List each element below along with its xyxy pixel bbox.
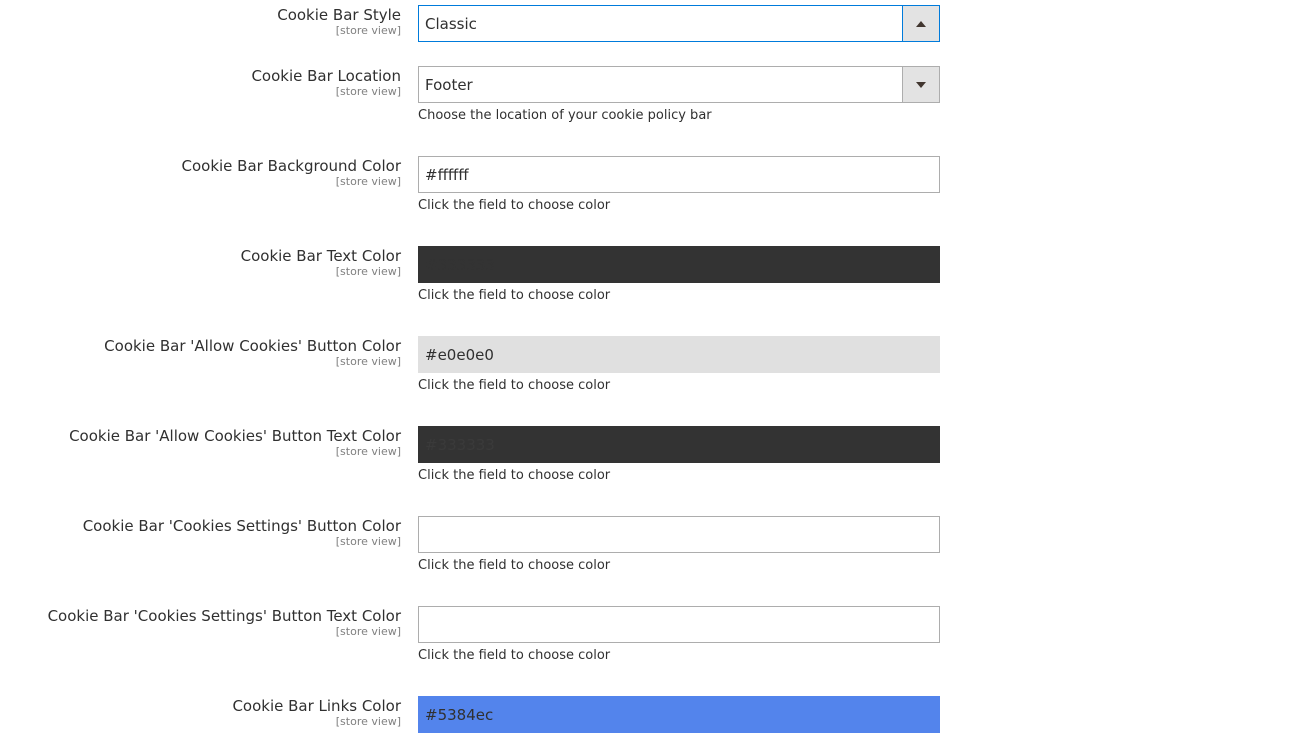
field-label: Cookie Bar Background Color [181,157,401,175]
field-label: Cookie Bar 'Allow Cookies' Button Color [104,337,401,355]
scope-label: [store view] [335,355,401,368]
chevron-up-icon [916,20,926,27]
cookie-bar-location-select[interactable]: Footer [418,66,940,103]
scope-label: [store view] [335,445,401,458]
cookie-bar-style-select[interactable]: Classic [418,5,940,42]
background-color-input[interactable]: #ffffff [418,156,940,193]
field-label-group: Cookie Bar Location [store view] [251,67,401,98]
field-label: Cookie Bar 'Cookies Settings' Button Col… [82,517,401,535]
text-color-input[interactable]: #333333 [418,246,940,283]
settings-button-color-input[interactable] [418,516,940,553]
allow-button-text-color-input[interactable]: #333333 [418,426,940,463]
field-note: Click the field to choose color [418,198,611,213]
field-label: Cookie Bar Style [277,6,401,24]
select-value: Footer [425,75,473,94]
scope-label: [store view] [335,175,401,188]
field-label: Cookie Bar Text Color [240,247,401,265]
chevron-down-icon [916,81,926,88]
scope-label: [store view] [335,85,401,98]
color-value: #ffffff [425,165,469,184]
field-label-group: Cookie Bar Text Color [store view] [241,247,401,278]
field-note: Click the field to choose color [418,288,611,303]
color-value: #333333 [425,435,495,454]
field-note: Choose the location of your cookie polic… [418,108,712,123]
color-value: #e0e0e0 [425,345,494,364]
color-value: #333333 [425,255,495,274]
field-label: Cookie Bar 'Cookies Settings' Button Tex… [47,607,401,625]
allow-button-color-input[interactable]: #e0e0e0 [418,336,940,373]
scope-label: [store view] [335,24,401,37]
field-label-group: Cookie Bar Background Color [store view] [181,157,401,188]
scope-label: [store view] [335,535,401,548]
field-note: Click the field to choose color [418,468,611,483]
field-label-group: Cookie Bar 'Allow Cookies' Button Text C… [69,427,401,458]
color-value: #5384ec [425,705,494,724]
field-label-group: Cookie Bar Links Color [store view] [232,697,401,728]
field-note: Click the field to choose color [418,648,611,663]
settings-button-text-color-input[interactable] [418,606,940,643]
scope-label: [store view] [335,265,401,278]
select-toggle[interactable] [902,6,939,41]
links-color-input[interactable]: #5384ec [418,696,940,733]
scope-label: [store view] [335,715,401,728]
field-label-group: Cookie Bar 'Cookies Settings' Button Col… [83,517,401,548]
field-label-group: Cookie Bar 'Allow Cookies' Button Color … [104,337,401,368]
field-label: Cookie Bar Location [251,67,401,85]
field-label-group: Cookie Bar Style [store view] [277,6,401,37]
field-label: Cookie Bar 'Allow Cookies' Button Text C… [69,427,401,445]
select-value: Classic [425,14,477,33]
field-label: Cookie Bar Links Color [232,697,401,715]
field-note: Click the field to choose color [418,378,611,393]
scope-label: [store view] [335,625,401,638]
field-label-group: Cookie Bar 'Cookies Settings' Button Tex… [48,607,401,638]
select-toggle[interactable] [902,67,939,102]
field-note: Click the field to choose color [418,558,611,573]
